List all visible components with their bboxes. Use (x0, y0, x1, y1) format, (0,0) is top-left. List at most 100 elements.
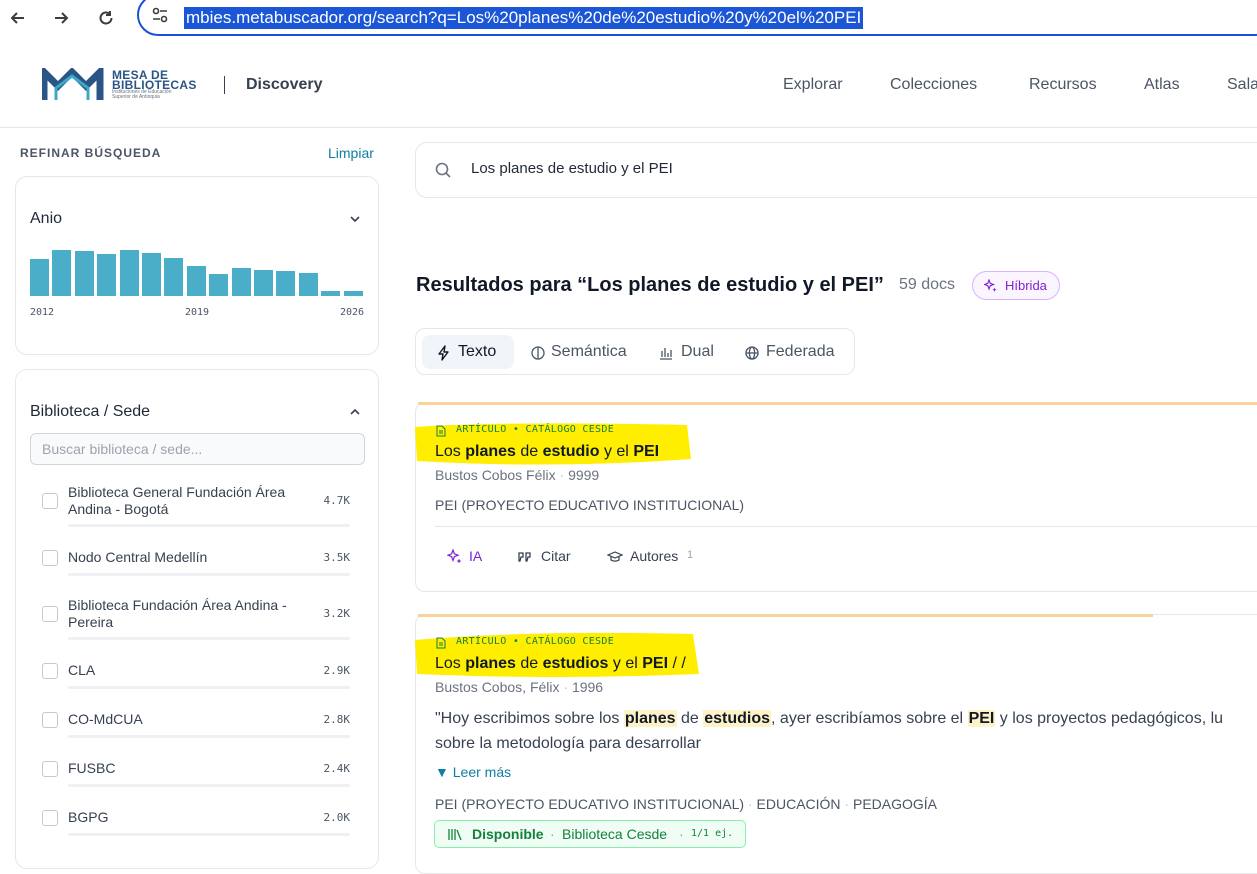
subject-tag[interactable]: PEI (PROYECTO EDUCATIVO INSTITUCIONAL) (435, 796, 744, 812)
read-more-link[interactable]: ▼ Leer más (435, 764, 511, 780)
tab-dual[interactable]: Dual (648, 335, 724, 369)
library-count-bar (68, 784, 350, 787)
brain-icon (531, 346, 545, 360)
subject-tag[interactable]: EDUCACIÓN (757, 796, 841, 812)
year-histogram-bar[interactable] (30, 259, 49, 296)
library-count-bar (68, 735, 350, 738)
nav-sala[interactable]: Sala (1227, 76, 1257, 94)
tab-texto[interactable]: Texto (422, 335, 514, 369)
result-title[interactable]: Los planes de estudio y el PEI (435, 443, 659, 461)
search-mode-tabs: Texto Semántica Dual Federada (415, 328, 855, 375)
library-name: Biblioteca General Fundación Área Andina… (68, 484, 286, 517)
year-histogram-bar[interactable] (298, 273, 318, 296)
result-title[interactable]: Los planes de estudios y el PEI / / (435, 655, 686, 673)
year-histogram-bar[interactable] (52, 250, 72, 296)
header-divider (224, 76, 225, 94)
library-name: CO-MdCUA (68, 711, 143, 727)
availability-badge[interactable]: Disponible · Biblioteca Cesde · 1/1 ej. (434, 820, 746, 848)
chevron-up-icon[interactable] (348, 405, 362, 419)
site-name[interactable]: Discovery (246, 76, 323, 94)
nav-recursos[interactable]: Recursos (1029, 76, 1097, 94)
library-item[interactable]: FUSBC 2.4K (42, 760, 350, 790)
tab-federada[interactable]: Federada (734, 335, 850, 369)
library-item[interactable]: CO-MdCUA 2.8K (42, 711, 350, 741)
year-histogram-bar[interactable] (321, 291, 341, 296)
library-search-input[interactable]: Buscar biblioteca / sede... (30, 433, 365, 465)
library-facet-title[interactable]: Biblioteca / Sede (30, 403, 150, 421)
authors-button[interactable]: Autores 1 (607, 548, 697, 566)
result-meta: Bustos Cobos Félix · 9999 (435, 467, 600, 483)
year-histogram-bar[interactable] (276, 271, 296, 296)
library-count: 2.4K (323, 762, 351, 775)
library-checkbox[interactable] (42, 761, 58, 777)
reload-icon[interactable] (92, 4, 120, 32)
year-histogram-bar[interactable] (142, 253, 161, 296)
library-count: 3.2K (323, 607, 351, 620)
result-subject[interactable]: PEI (PROYECTO EDUCATIVO INSTITUCIONAL) (435, 497, 744, 513)
year-histogram-bar[interactable] (97, 254, 117, 296)
tab-label: Federada (766, 343, 835, 360)
tab-label: Texto (458, 343, 497, 360)
library-count: 4.7K (323, 494, 351, 507)
library-checkbox[interactable] (42, 663, 58, 679)
nav-colecciones[interactable]: Colecciones (890, 76, 977, 94)
nav-explorar[interactable]: Explorar (783, 76, 843, 94)
result-snippet-line2: sobre la metodología para desarrollar (435, 735, 701, 752)
logo-subtitle: Instituciones de Educación Superior de A… (112, 89, 172, 100)
ai-button[interactable]: IA (447, 548, 487, 566)
library-item[interactable]: Biblioteca Fundación Área Andina - Perei… (42, 597, 350, 641)
library-name: FUSBC (68, 760, 116, 776)
subject-tag[interactable]: PEDAGOGÍA (853, 796, 937, 812)
library-checkbox[interactable] (42, 550, 58, 566)
search-query[interactable]: Los planes de estudio y el PEI (471, 160, 673, 177)
year-histogram-bar[interactable] (186, 266, 206, 296)
result-divider (435, 526, 1257, 527)
bar-chart-icon (660, 348, 672, 360)
year-histogram-bar[interactable] (164, 258, 184, 296)
search-icon (435, 162, 451, 178)
tab-label: Dual (681, 343, 714, 360)
year-histogram-bar[interactable] (209, 274, 229, 296)
year-facet-title[interactable]: Anio (30, 210, 62, 228)
year-histogram-bar[interactable] (343, 291, 363, 296)
library-count-bar (68, 573, 350, 576)
library-item[interactable]: Biblioteca General Fundación Área Andina… (42, 484, 350, 528)
library-item[interactable]: CLA 2.9K (42, 662, 350, 692)
availability-copies: 1/1 ej. (691, 828, 734, 839)
library-item[interactable]: Nodo Central Medellín 3.5K (42, 549, 350, 579)
cite-button[interactable]: Citar (517, 548, 577, 566)
library-name: Biblioteca Fundación Área Andina - Perei… (68, 597, 287, 630)
result-author[interactable]: Bustos Cobos, Félix (435, 679, 560, 695)
availability-library: Biblioteca Cesde (562, 826, 668, 842)
results-title: Resultados para “Los planes de estudio y… (416, 274, 884, 296)
year-histogram-bar[interactable] (74, 251, 94, 296)
year-histogram-bar[interactable] (254, 270, 273, 296)
library-item[interactable]: BGPG 2.0K (42, 809, 350, 839)
year-histogram-bar[interactable] (231, 268, 251, 296)
library-checkbox[interactable] (42, 712, 58, 728)
mesa-bibliotecas-logo[interactable] (42, 68, 106, 102)
triangle-down-icon: ▼ (435, 764, 449, 780)
globe-icon (745, 346, 759, 360)
refine-title: REFINAR BÚSQUEDA (20, 146, 162, 160)
hybrid-mode-badge[interactable]: Híbrida (972, 271, 1060, 300)
tab-semantica[interactable]: Semántica (520, 335, 636, 369)
year-histogram-bar[interactable] (119, 250, 139, 296)
clear-filters-link[interactable]: Limpiar (328, 145, 374, 161)
result-author[interactable]: Bustos Cobos Félix (435, 467, 556, 483)
library-checkbox[interactable] (42, 606, 58, 622)
arrow-left-icon[interactable] (4, 4, 32, 32)
library-count-bar (68, 524, 350, 527)
site-settings-icon[interactable] (150, 5, 170, 25)
library-checkbox[interactable] (42, 493, 58, 509)
result-meta: Bustos Cobos, Félix · 1996 (435, 679, 604, 695)
year-label-end: 2026 (340, 307, 365, 318)
nav-atlas[interactable]: Atlas (1144, 76, 1180, 94)
chevron-down-icon[interactable] (348, 212, 362, 226)
result-year: 1996 (571, 679, 604, 695)
availability-status: Disponible (472, 826, 544, 842)
sparkles-icon (447, 549, 462, 564)
arrow-right-icon[interactable] (47, 4, 75, 32)
url-text[interactable]: mbies.metabuscador.org/search?q=Los%20pl… (184, 7, 864, 29)
library-checkbox[interactable] (42, 810, 58, 826)
